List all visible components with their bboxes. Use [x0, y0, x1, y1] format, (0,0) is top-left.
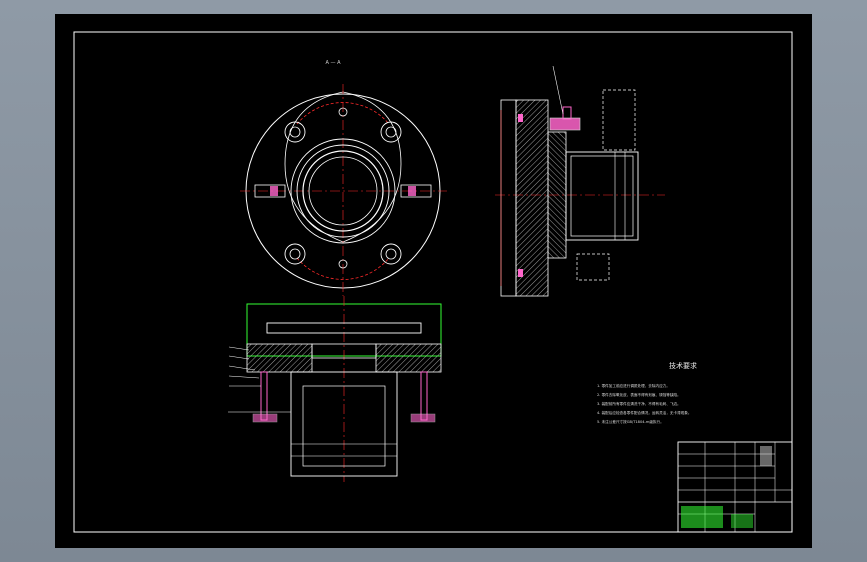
assembly-section-view [228, 296, 442, 482]
drawing-sheet: A — A 技术要求 1. 零件加工前应进行调质处理，去除内应力。 2. 零件去… [73, 31, 793, 533]
section-label: A — A [325, 60, 341, 66]
technical-requirements: 技术要求 1. 零件加工前应进行调质处理，去除内应力。 2. 零件去除氧化皮，表… [597, 361, 697, 424]
cad-drawing-canvas[interactable]: A — A 技术要求 1. 零件加工前应进行调质处理，去除内应力。 2. 零件去… [55, 14, 812, 548]
tech-title: 技术要求 [669, 361, 697, 370]
tech-note-1: 1. 零件加工前应进行调质处理，去除内应力。 [597, 383, 670, 388]
tech-note-5: 5. 未注公差尺寸按GB/T1804-m级执行。 [597, 419, 664, 424]
tech-note-2: 2. 零件去除氧化皮，表面不得有划痕、锈蚀等缺陷。 [597, 392, 681, 397]
tech-note-3: 3. 装配前所有零件应清洗干净，不得有毛刺、飞边。 [597, 401, 681, 406]
front-view: A — A [240, 60, 447, 296]
drawing-border [73, 31, 793, 533]
title-block [677, 441, 793, 533]
side-section-view [495, 65, 665, 297]
tech-note-4: 4. 装配后应检查各零件配合情况，运转灵活，无卡滞现象。 [597, 410, 691, 415]
